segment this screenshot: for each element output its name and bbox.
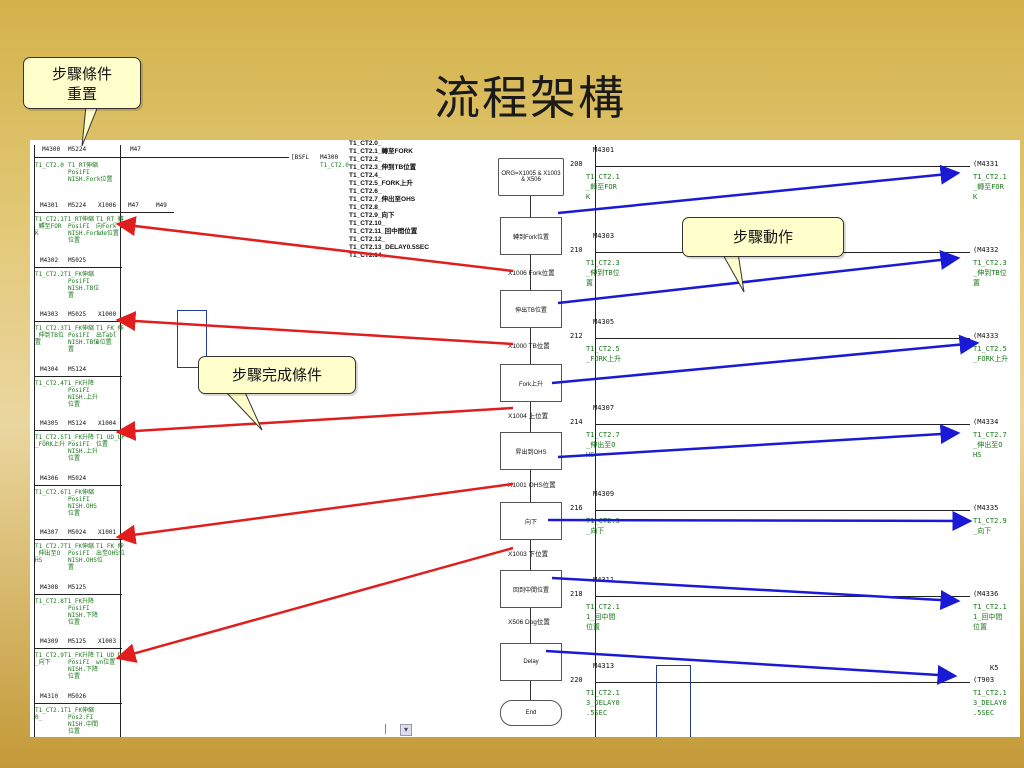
callout-step-action: 步驟動作 [682, 217, 844, 257]
callout-line: 步驟條件 [51, 65, 112, 83]
callout-tail [81, 105, 99, 147]
callout-tail [222, 389, 263, 431]
callout-tails [81, 105, 745, 431]
callout-tail [721, 252, 745, 293]
callout-step-complete: 步驟完成條件 [198, 356, 356, 394]
callout-step-reset: 步驟條件 重置 [23, 57, 141, 109]
callout-line: 重置 [66, 85, 97, 103]
slide: 流程架構 M4300 M5224 M47 [BSFL M4300 T1_CT2.… [0, 0, 1024, 768]
